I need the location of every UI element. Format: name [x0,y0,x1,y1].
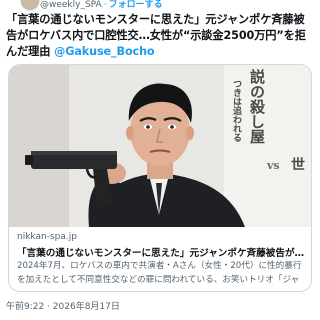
banner-extra: 世 [289,157,305,171]
follow-button[interactable]: フォローする [109,0,163,10]
tweet-timestamp[interactable]: 午前9:22 · 2026年8月17日 [6,299,120,312]
card-image[interactable]: 説の殺し屋 つきは追われる vs 世 [9,65,311,227]
user-handle[interactable]: @weekly_SPA [40,0,102,10]
card-domain: nikkan-spa.jp [17,232,77,242]
header-separator: · [103,0,107,10]
mention-link[interactable]: @Gakuse_Bocho [54,45,154,58]
link-card[interactable]: 説の殺し屋 つきは追われる vs 世 nikkan-spa.jp 「言葉の通じな… [8,64,312,292]
card-description: 2024年7月、ロケバスの車内で共演者・Aさん（女性・20代）に性的暴行を加えた… [17,261,302,285]
tweet-text: 「言葉の通じないモンスターに思えた」元ジャンポケ斉藤被告がロケバス内で口腔性交…… [6,12,314,60]
tweet-body: 「言葉の通じないモンスターに思えた」元ジャンポケ斉藤被告がロケバス内で口腔性交…… [6,13,306,58]
banner-vs: vs [267,159,280,172]
avatar[interactable] [20,0,40,11]
banner-text-2: つきは追われる [231,79,241,142]
card-title[interactable]: 「言葉の通じないモンスターに思えた」元ジャンポケ斉藤被告がロケバス内... [17,245,307,259]
banner-text-1: 説の殺し屋 [248,69,266,144]
header-line: @weekly_SPA · フォローする [40,0,163,10]
